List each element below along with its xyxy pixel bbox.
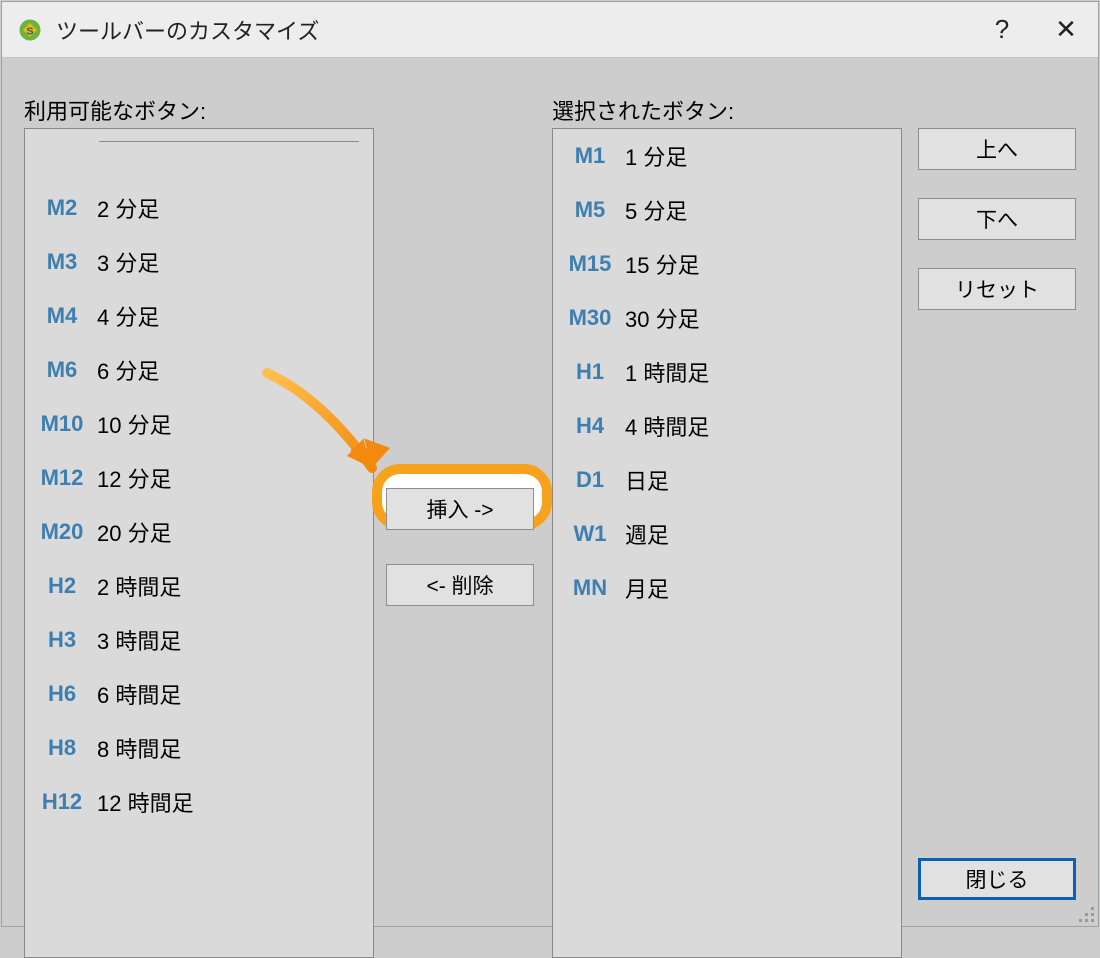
timeframe-code: H2 <box>33 573 91 599</box>
available-item[interactable]: H1212 時間足 <box>25 775 373 829</box>
timeframe-label: 30 分足 <box>619 302 700 334</box>
timeframe-code: M12 <box>33 465 91 491</box>
timeframe-label: 10 分足 <box>91 408 172 440</box>
close-button[interactable]: 閉じる <box>918 858 1076 900</box>
timeframe-code: H4 <box>561 413 619 439</box>
move-up-button[interactable]: 上へ <box>918 128 1076 170</box>
selected-item[interactable]: H11 時間足 <box>553 345 901 399</box>
available-item[interactable]: H33 時間足 <box>25 613 373 667</box>
timeframe-code: M10 <box>33 411 91 437</box>
svg-text:S: S <box>26 25 33 37</box>
available-item[interactable]: M1010 分足 <box>25 397 373 451</box>
timeframe-label: 15 分足 <box>619 248 700 280</box>
timeframe-code: MN <box>561 575 619 601</box>
resize-grip[interactable] <box>1076 904 1094 922</box>
available-item[interactable]: H88 時間足 <box>25 721 373 775</box>
timeframe-label: 4 分足 <box>91 300 159 332</box>
help-button[interactable]: ? <box>970 2 1034 57</box>
timeframe-code: M1 <box>561 143 619 169</box>
timeframe-label: 週足 <box>619 518 669 550</box>
selected-item[interactable]: M55 分足 <box>553 183 901 237</box>
timeframe-label: 月足 <box>619 572 669 604</box>
timeframe-label: 2 時間足 <box>91 570 181 602</box>
move-down-button[interactable]: 下へ <box>918 198 1076 240</box>
timeframe-code: M15 <box>561 251 619 277</box>
insert-button[interactable]: 挿入 -> <box>386 488 534 530</box>
selected-item[interactable]: H44 時間足 <box>553 399 901 453</box>
timeframe-label: 3 時間足 <box>91 624 181 656</box>
available-item[interactable]: H66 時間足 <box>25 667 373 721</box>
available-listbox[interactable]: M22 分足M33 分足M44 分足M66 分足M1010 分足M1212 分足… <box>24 128 374 958</box>
timeframe-label: 3 分足 <box>91 246 159 278</box>
timeframe-label: 1 時間足 <box>619 356 709 388</box>
selected-item[interactable]: D1日足 <box>553 453 901 507</box>
close-button-wrap: 閉じる <box>918 858 1076 900</box>
timeframe-label: 5 分足 <box>619 194 687 226</box>
timeframe-label: 4 時間足 <box>619 410 709 442</box>
side-button-group: 上へ 下へ リセット <box>918 128 1076 332</box>
timeframe-code: W1 <box>561 521 619 547</box>
selected-item[interactable]: M11 分足 <box>553 129 901 183</box>
timeframe-label: 日足 <box>619 464 669 496</box>
available-item[interactable]: M66 分足 <box>25 343 373 397</box>
timeframe-code: M30 <box>561 305 619 331</box>
timeframe-label: 8 時間足 <box>91 732 181 764</box>
window-title: ツールバーのカスタマイズ <box>56 14 319 46</box>
timeframe-code: H12 <box>33 789 91 815</box>
remove-button[interactable]: <- 削除 <box>386 564 534 606</box>
timeframe-code: D1 <box>561 467 619 493</box>
close-x-button[interactable]: ✕ <box>1034 2 1098 57</box>
selected-item[interactable]: M3030 分足 <box>553 291 901 345</box>
available-item[interactable]: H22 時間足 <box>25 559 373 613</box>
available-item[interactable]: M33 分足 <box>25 235 373 289</box>
timeframe-code: M4 <box>33 303 91 329</box>
selected-label: 選択されたボタン: <box>552 94 734 126</box>
selected-listbox[interactable]: M11 分足M55 分足M1515 分足M3030 分足H11 時間足H44 時… <box>552 128 902 958</box>
app-icon: S <box>16 16 44 44</box>
timeframe-label: 20 分足 <box>91 516 172 548</box>
timeframe-label: 1 分足 <box>619 140 687 172</box>
timeframe-code: M2 <box>33 195 91 221</box>
available-separator[interactable] <box>25 141 373 181</box>
available-item[interactable]: M1212 分足 <box>25 451 373 505</box>
dialog-content: 利用可能なボタン: 選択されたボタン: M22 分足M33 分足M44 分足M6… <box>2 58 1098 926</box>
selected-item[interactable]: MN月足 <box>553 561 901 615</box>
timeframe-code: M6 <box>33 357 91 383</box>
selected-item[interactable]: M1515 分足 <box>553 237 901 291</box>
available-item[interactable]: M22 分足 <box>25 181 373 235</box>
dialog-window: S ツールバーのカスタマイズ ? ✕ 利用可能なボタン: 選択されたボタン: M… <box>1 1 1099 927</box>
middle-button-group: 挿入 -> <- 削除 <box>386 488 546 606</box>
timeframe-label: 2 分足 <box>91 192 159 224</box>
timeframe-code: H3 <box>33 627 91 653</box>
titlebar: S ツールバーのカスタマイズ ? ✕ <box>2 2 1098 58</box>
available-item[interactable]: M44 分足 <box>25 289 373 343</box>
timeframe-code: M3 <box>33 249 91 275</box>
available-label: 利用可能なボタン: <box>24 94 206 126</box>
timeframe-label: 6 時間足 <box>91 678 181 710</box>
timeframe-code: H8 <box>33 735 91 761</box>
available-item[interactable]: M2020 分足 <box>25 505 373 559</box>
timeframe-label: 6 分足 <box>91 354 159 386</box>
timeframe-code: H6 <box>33 681 91 707</box>
timeframe-label: 12 分足 <box>91 462 172 494</box>
timeframe-code: M5 <box>561 197 619 223</box>
timeframe-label: 12 時間足 <box>91 786 194 818</box>
reset-button[interactable]: リセット <box>918 268 1076 310</box>
timeframe-code: H1 <box>561 359 619 385</box>
timeframe-code: M20 <box>33 519 91 545</box>
selected-item[interactable]: W1週足 <box>553 507 901 561</box>
